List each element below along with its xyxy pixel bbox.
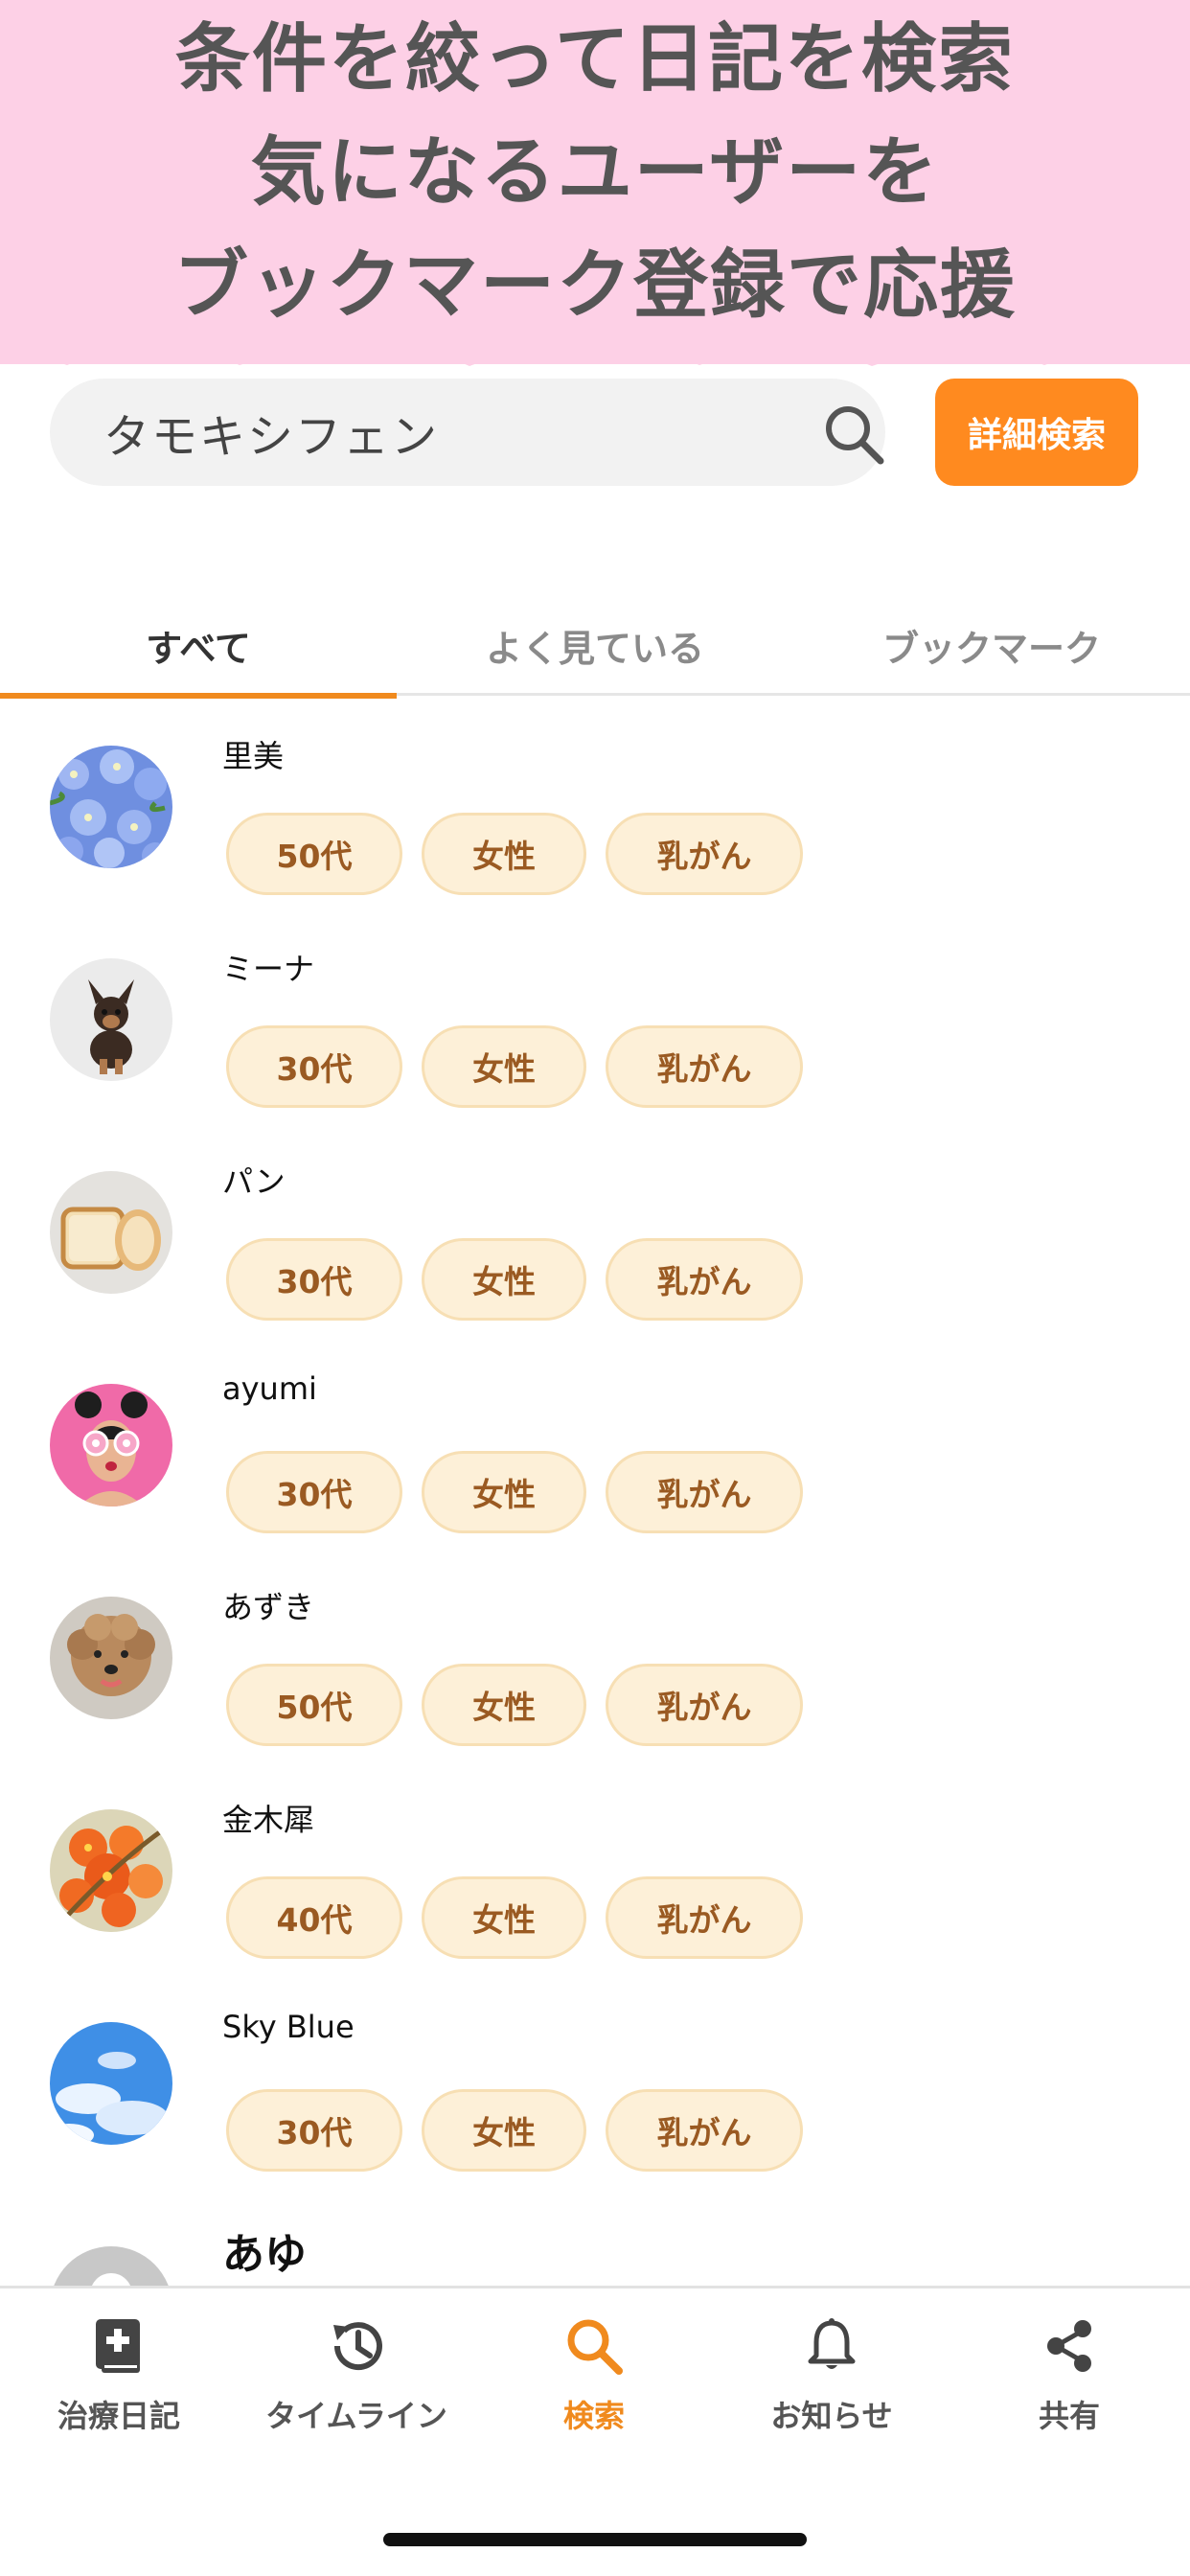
list-item[interactable]: 里美 50代 女性 乳がん <box>0 700 1190 912</box>
avatar <box>50 746 172 868</box>
nav-item-timeline[interactable]: タイムライン <box>238 2315 475 2440</box>
promo-banner: 条件を絞って日記を検索 気になるユーザーを ブックマーク登録で応援 <box>0 0 1190 364</box>
tag-list: 50代 女性 乳がん <box>226 1664 803 1746</box>
user-list: 里美 50代 女性 乳がん ミーナ 30代 女性 乳がん パン 30代 女性 乳… <box>0 700 1190 2286</box>
gender-tag: 女性 <box>422 1025 586 1108</box>
avatar <box>50 1384 172 1506</box>
age-tag: 30代 <box>226 1238 402 1321</box>
tag-list: 50代 女性 乳がん <box>226 813 803 895</box>
avatar <box>50 2246 172 2286</box>
nav-label: タイムライン <box>265 2398 447 2434</box>
avatar <box>50 958 172 1081</box>
tag-list: 30代 女性 乳がん <box>226 2089 803 2172</box>
list-item[interactable]: パン 30代 女性 乳がん <box>0 1125 1190 1338</box>
disease-tag: 乳がん <box>606 2089 803 2172</box>
list-item[interactable]: ミーナ 30代 女性 乳がん <box>0 912 1190 1125</box>
avatar <box>50 2022 172 2145</box>
gender-tag: 女性 <box>422 1876 586 1959</box>
avatar <box>50 1171 172 1294</box>
tag-list: 30代 女性 乳がん <box>226 1238 803 1321</box>
banner-line-3: ブックマーク登録で応援 <box>172 242 1017 329</box>
detail-search-button[interactable]: 詳細検索 <box>935 379 1138 486</box>
list-item[interactable]: Sky Blue 30代 女性 乳がん <box>0 1976 1190 2189</box>
avatar <box>50 1597 172 1719</box>
tag-list: 40代 女性 乳がん <box>226 1876 803 1959</box>
gender-tag: 女性 <box>422 813 586 895</box>
tag-list: 30代 女性 乳がん <box>226 1451 803 1533</box>
user-name: 金木犀 <box>222 1802 315 1838</box>
search-input[interactable] <box>103 379 793 486</box>
disease-tag: 乳がん <box>606 813 803 895</box>
nav-label: お知らせ <box>770 2398 893 2434</box>
disease-tag: 乳がん <box>606 1876 803 1959</box>
age-tag: 30代 <box>226 1025 402 1108</box>
nav-item-notifications[interactable]: お知らせ <box>713 2315 950 2440</box>
gender-tag: 女性 <box>422 1664 586 1746</box>
user-name: あゆ <box>222 2230 307 2279</box>
age-tag: 50代 <box>226 813 402 895</box>
search-icon <box>567 2319 623 2375</box>
user-name: ayumi <box>222 1370 317 1407</box>
tag-list: 30代 女性 乳がん <box>226 1025 803 1108</box>
bell-icon <box>808 2318 856 2369</box>
gender-tag: 女性 <box>422 2089 586 2172</box>
nav-label: 共有 <box>1038 2398 1100 2434</box>
user-name: Sky Blue <box>222 2009 355 2045</box>
user-name: ミーナ <box>222 951 315 987</box>
search-bar[interactable] <box>50 379 885 486</box>
age-tag: 40代 <box>226 1876 402 1959</box>
nav-item-search[interactable]: 検索 <box>475 2315 713 2440</box>
list-item[interactable]: あずき 50代 女性 乳がん <box>0 1551 1190 1763</box>
share-icon <box>1047 2320 1091 2372</box>
gender-tag: 女性 <box>422 1451 586 1533</box>
banner-line-1: 条件を絞って日記を検索 <box>174 16 1016 103</box>
age-tag: 30代 <box>226 1451 402 1533</box>
disease-tag: 乳がん <box>606 1664 803 1746</box>
nav-label: 検索 <box>562 2398 625 2434</box>
banner-torn-edge <box>0 340 1190 366</box>
nav-item-share[interactable]: 共有 <box>950 2315 1188 2440</box>
home-indicator[interactable] <box>383 2533 807 2546</box>
user-name: 里美 <box>222 738 285 774</box>
disease-tag: 乳がん <box>606 1238 803 1321</box>
tab-frequently-viewed[interactable]: よく見ている <box>397 594 793 696</box>
search-icon[interactable] <box>821 402 886 467</box>
avatar <box>50 1809 172 1932</box>
nav-label: 治療日記 <box>57 2398 180 2434</box>
list-item[interactable]: あゆ <box>0 2189 1190 2286</box>
list-item[interactable]: ayumi 30代 女性 乳がん <box>0 1338 1190 1551</box>
user-name: あずき <box>222 1589 315 1625</box>
filter-tabs: すべて よく見ている ブックマーク <box>0 594 1190 699</box>
diary-icon <box>96 2319 140 2373</box>
age-tag: 50代 <box>226 1664 402 1746</box>
tab-all[interactable]: すべて <box>0 594 397 699</box>
nav-item-diary[interactable]: 治療日記 <box>0 2315 238 2440</box>
gender-tag: 女性 <box>422 1238 586 1321</box>
age-tag: 30代 <box>226 2089 402 2172</box>
disease-tag: 乳がん <box>606 1451 803 1533</box>
banner-line-2: 気になるユーザーを <box>250 129 940 216</box>
history-icon <box>333 2322 382 2371</box>
disease-tag: 乳がん <box>606 1025 803 1108</box>
tab-bookmark[interactable]: ブックマーク <box>793 594 1190 696</box>
list-item[interactable]: 金木犀 40代 女性 乳がん <box>0 1763 1190 1976</box>
user-name: パン <box>222 1163 286 1200</box>
